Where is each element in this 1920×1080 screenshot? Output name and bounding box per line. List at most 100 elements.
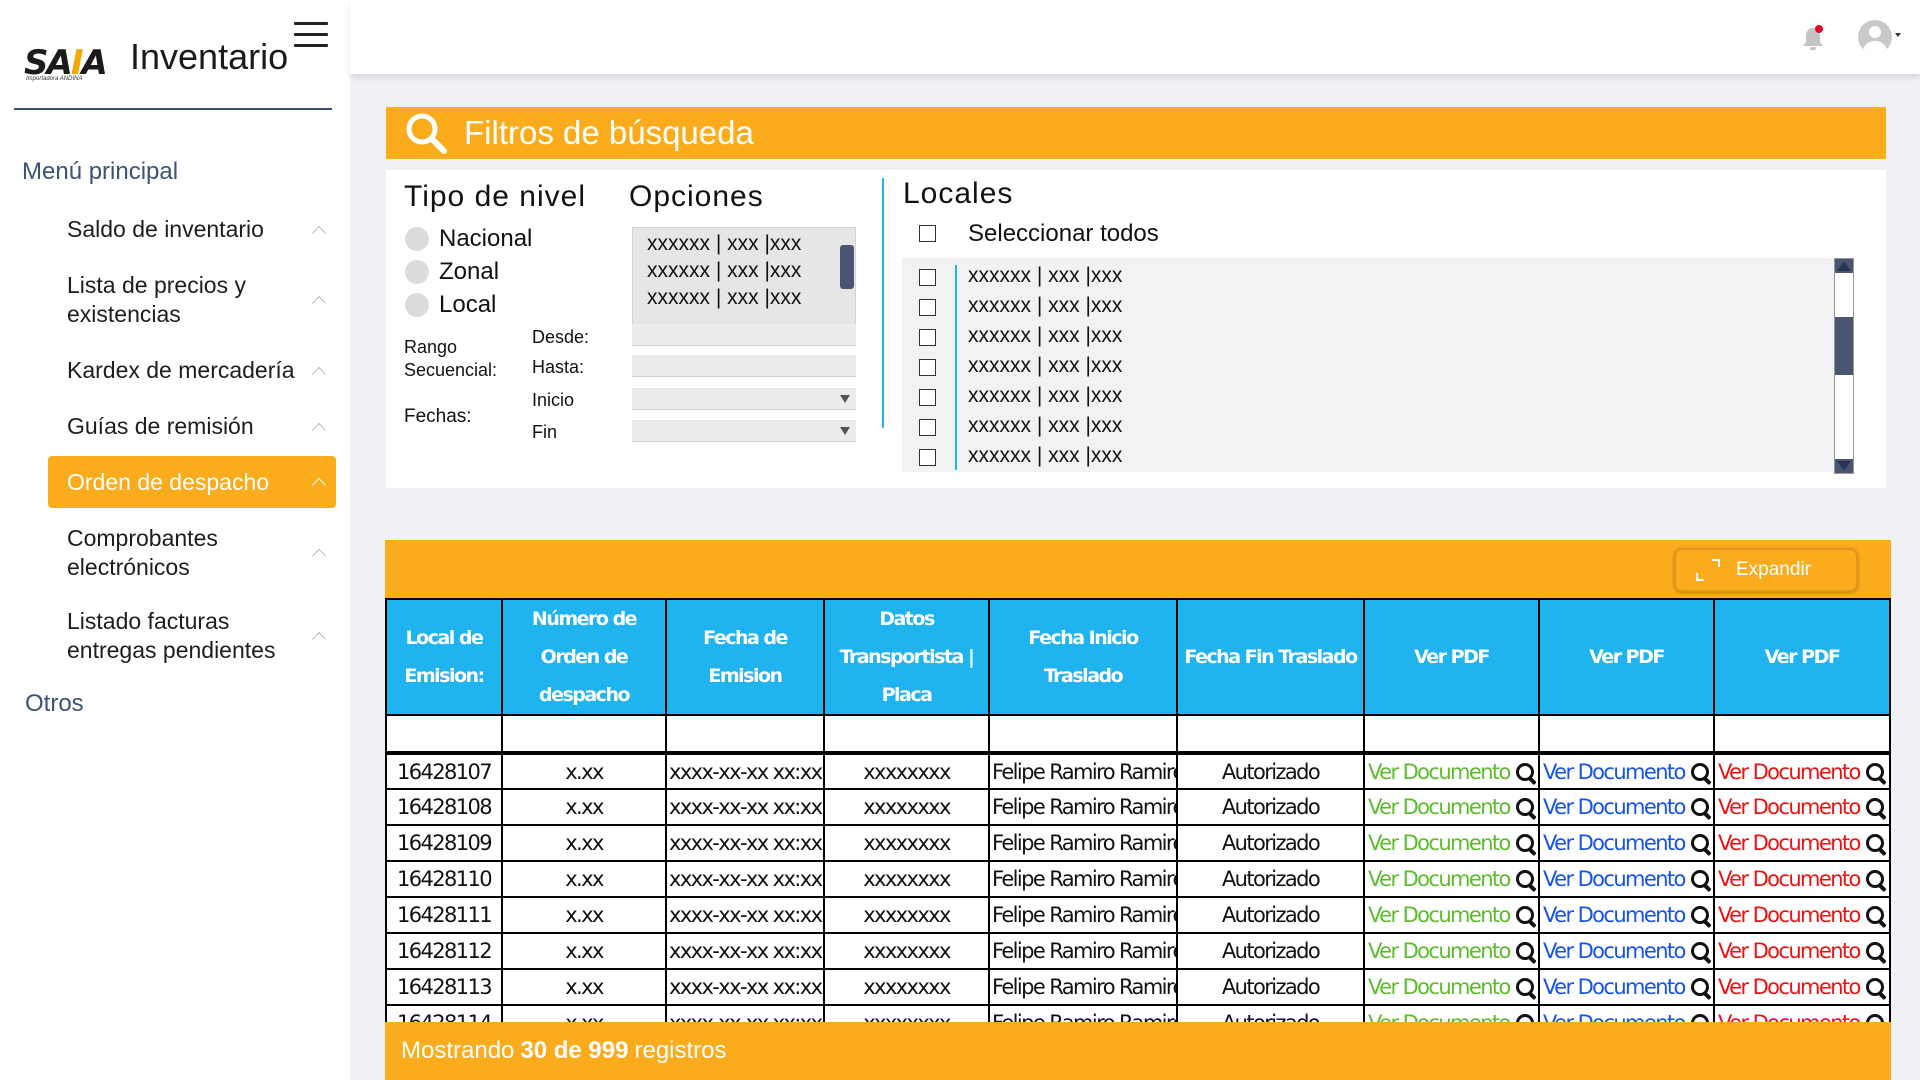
table-row[interactable]: 16428111x.xxxxxx-xx-xx xx:xx:xxxxxxxxxxF…	[385, 896, 1891, 934]
sidebar-item-saldo-inventario[interactable]: Saldo de inventario	[48, 215, 336, 244]
magnifier-icon[interactable]	[1690, 978, 1711, 998]
ver-documento-link[interactable]: Ver Documento	[1368, 903, 1511, 927]
ver-documento-link[interactable]: Ver Documento	[1543, 795, 1686, 819]
opciones-option[interactable]: xxxxxx | xxx |xxx	[647, 286, 801, 310]
scroll-thumb[interactable]	[1835, 317, 1853, 375]
magnifier-icon[interactable]	[1865, 870, 1886, 890]
ver-documento-link[interactable]: Ver Documento	[1368, 831, 1511, 855]
opciones-option[interactable]: xxxxxx | xxx |xxx	[647, 259, 801, 283]
column-header: Ver PDF	[1363, 598, 1540, 716]
user-avatar-icon[interactable]	[1858, 20, 1892, 54]
opciones-scrollbar[interactable]	[840, 245, 854, 289]
bell-icon[interactable]	[1800, 24, 1826, 52]
local-checkbox[interactable]	[919, 269, 936, 286]
table-row[interactable]: 16428110x.xxxxxx-xx-xx xx:xx:xxxxxxxxxxF…	[385, 860, 1891, 898]
ver-documento-link[interactable]: Ver Documento	[1543, 867, 1686, 891]
table-row[interactable]: 16428113x.xxxxxx-xx-xx xx:xx:xxxxxxxxxxF…	[385, 968, 1891, 1006]
table-row[interactable]: 16428112x.xxxxxx-xx-xx xx:xx:xxxxxxxxxxF…	[385, 932, 1891, 970]
magnifier-icon[interactable]	[1690, 762, 1711, 783]
ver-documento-link[interactable]: Ver Documento	[1718, 867, 1861, 891]
ver-documento-link[interactable]: Ver Documento	[1718, 939, 1861, 963]
ver-documento-cell: Ver Documento	[1363, 860, 1540, 898]
ver-documento-link[interactable]: Ver Documento	[1718, 975, 1861, 999]
radio-zonal[interactable]	[405, 260, 429, 284]
caret-down-icon[interactable]	[1895, 33, 1901, 37]
ver-documento-link[interactable]: Ver Documento	[1718, 831, 1861, 855]
sidebar-item-comprobantes[interactable]: Comprobantes electrónicos	[48, 524, 336, 582]
magnifier-icon[interactable]	[1515, 870, 1536, 890]
magnifier-icon[interactable]	[1865, 942, 1886, 962]
magnifier-icon[interactable]	[1690, 870, 1711, 890]
ver-documento-link[interactable]: Ver Documento	[1543, 975, 1686, 999]
ver-documento-link[interactable]: Ver Documento	[1718, 1011, 1861, 1022]
ver-documento-link[interactable]: Ver Documento	[1543, 831, 1686, 855]
scroll-down-icon[interactable]	[1837, 461, 1851, 471]
local-checkbox[interactable]	[919, 389, 936, 406]
opciones-listbox[interactable]: xxxxxx | xxx |xxx xxxxxx | xxx |xxx xxxx…	[632, 227, 856, 327]
opciones-option[interactable]: xxxxxx | xxx |xxx	[647, 232, 801, 256]
magnifier-icon[interactable]	[1515, 762, 1536, 783]
sidebar-item-orden-despacho[interactable]: Orden de despacho	[48, 456, 336, 508]
local-checkbox[interactable]	[919, 449, 936, 466]
magnifier-icon[interactable]	[1690, 1014, 1711, 1022]
fin-date-select[interactable]	[632, 420, 856, 442]
ver-documento-link[interactable]: Ver Documento	[1368, 939, 1511, 963]
hasta-input[interactable]	[632, 355, 856, 377]
locales-scrollbar[interactable]	[1834, 258, 1854, 474]
ver-documento-link[interactable]: Ver Documento	[1718, 795, 1861, 819]
magnifier-icon[interactable]	[1690, 942, 1711, 962]
table-row[interactable]: 16428108x.xxxxxx-xx-xx xx:xx:xxxxxxxxxxF…	[385, 788, 1891, 826]
table-row[interactable]: 16428109x.xxxxxx-xx-xx xx:xx:xxxxxxxxxxF…	[385, 824, 1891, 862]
ver-documento-link[interactable]: Ver Documento	[1543, 760, 1686, 784]
magnifier-icon[interactable]	[1690, 798, 1711, 818]
local-checkbox[interactable]	[919, 419, 936, 436]
radio-nacional[interactable]	[405, 227, 429, 251]
ver-documento-link[interactable]: Ver Documento	[1368, 1011, 1511, 1022]
local-checkbox[interactable]	[919, 299, 936, 316]
expand-button[interactable]: Expandir	[1674, 548, 1858, 592]
magnifier-icon[interactable]	[1865, 834, 1886, 854]
menu-icon[interactable]	[294, 22, 328, 48]
ver-documento-cell: Ver Documento	[1538, 824, 1715, 862]
ver-documento-link[interactable]: Ver Documento	[1543, 1011, 1686, 1022]
table-row[interactable]: 16428107x.xxxxxx-xx-xx xx:xx:xxxxxxxxxxF…	[385, 752, 1891, 790]
magnifier-icon[interactable]	[1690, 906, 1711, 926]
select-all-checkbox[interactable]	[919, 225, 936, 242]
table-row[interactable]: 16428114x.xxxxxx-xx-xx xx:xx:xxxxxxxxxxF…	[385, 1004, 1891, 1022]
radio-local[interactable]	[405, 293, 429, 317]
ver-documento-link[interactable]: Ver Documento	[1543, 903, 1686, 927]
magnifier-icon[interactable]	[1865, 1014, 1886, 1022]
sidebar-item-lista-precios[interactable]: Lista de precios y existencias	[48, 271, 336, 329]
footer-suffix: registros	[634, 1037, 727, 1064]
sidebar-item-guias-remision[interactable]: Guías de remisión	[48, 412, 336, 441]
magnifier-icon[interactable]	[1515, 906, 1536, 926]
sidebar-item-listado-facturas[interactable]: Listado facturas entregas pendientes	[48, 607, 336, 665]
magnifier-icon[interactable]	[1515, 798, 1536, 818]
magnifier-icon[interactable]	[1515, 942, 1536, 962]
magnifier-icon[interactable]	[1865, 762, 1886, 783]
ver-documento-link[interactable]: Ver Documento	[1718, 903, 1861, 927]
local-checkbox[interactable]	[919, 329, 936, 346]
ver-documento-link[interactable]: Ver Documento	[1368, 975, 1511, 999]
ver-documento-link[interactable]: Ver Documento	[1718, 760, 1861, 784]
magnifier-icon[interactable]	[1690, 834, 1711, 854]
inicio-date-select[interactable]	[632, 388, 856, 410]
magnifier-icon[interactable]	[1515, 1014, 1536, 1022]
column-header: Fecha Inicio Traslado	[988, 598, 1178, 716]
scroll-up-icon[interactable]	[1837, 261, 1851, 271]
placa-cell: xxxxxxxx	[823, 788, 990, 826]
magnifier-icon[interactable]	[1865, 978, 1886, 998]
magnifier-icon[interactable]	[1865, 906, 1886, 926]
sidebar-item-kardex[interactable]: Kardex de mercadería	[48, 356, 336, 385]
ver-documento-link[interactable]: Ver Documento	[1543, 939, 1686, 963]
magnifier-icon[interactable]	[1515, 978, 1536, 998]
ver-documento-link[interactable]: Ver Documento	[1368, 795, 1511, 819]
ver-documento-link[interactable]: Ver Documento	[1368, 760, 1511, 784]
column-header: Local de Emision:	[385, 598, 503, 716]
ver-documento-link[interactable]: Ver Documento	[1368, 867, 1511, 891]
local-checkbox[interactable]	[919, 359, 936, 376]
menu-otros[interactable]: Otros	[25, 690, 84, 718]
magnifier-icon[interactable]	[1865, 798, 1886, 818]
desde-input[interactable]	[632, 324, 856, 346]
magnifier-icon[interactable]	[1515, 834, 1536, 854]
